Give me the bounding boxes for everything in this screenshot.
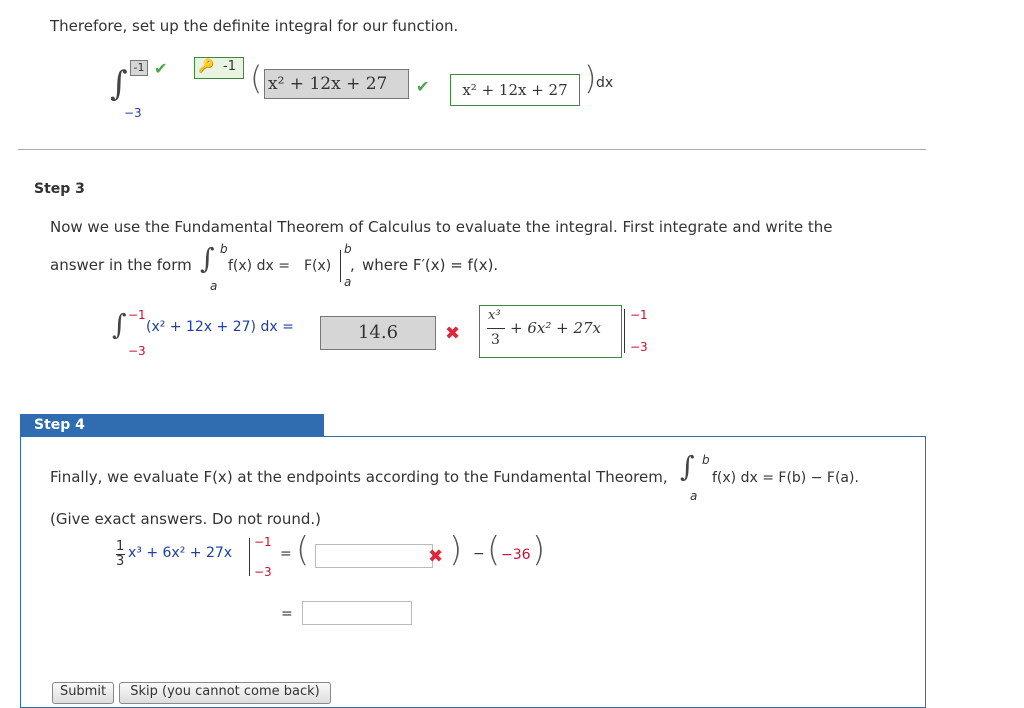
step4-label: Step 4 <box>20 414 324 436</box>
theorem-formula: ∫ b a f(x) dx = F(b) − F(a). <box>680 448 900 503</box>
key-badge[interactable]: 🔑 -1 <box>194 57 244 79</box>
integral-sign: ∫ <box>112 308 127 341</box>
frac-num: x³ <box>488 308 501 323</box>
expr-rest: + 6x² + 27x <box>510 319 602 337</box>
integral-upper: −1 <box>128 308 146 322</box>
step4-line1: Finally, we evaluate F(x) at the endpoin… <box>50 468 668 486</box>
integral-lower: −3 <box>128 344 146 358</box>
eval-a: a <box>344 275 352 289</box>
upper-limit-box[interactable]: -1 <box>130 60 148 76</box>
wrong-icon: ✖ <box>428 546 444 567</box>
limit-b: b <box>220 242 228 256</box>
step3-line1: Now we use the Fundamental Theorem of Ca… <box>50 218 833 236</box>
frac-num: 1 <box>116 539 125 554</box>
limit-b: b <box>702 453 710 467</box>
endpoint-value-input[interactable] <box>315 544 433 568</box>
limit-a: a <box>690 489 698 503</box>
open-paren: ( <box>487 530 501 570</box>
setup-integral: ∫ −3 -1 ✔ 🔑 -1 ( x² + 12x + 27 ✔ x² + 12… <box>108 55 648 125</box>
submit-button[interactable]: Submit <box>52 682 114 704</box>
minus-sign: − <box>473 546 485 562</box>
equals: = <box>280 546 292 562</box>
check-icon: ✔ <box>154 59 168 78</box>
integral-sign: ∫ <box>110 64 128 104</box>
second-value: −36 <box>501 547 531 563</box>
open-paren: ( <box>250 59 263 97</box>
line2-prefix: answer in the form <box>50 256 192 274</box>
step3-evaluation: ∫ −1 −3 (x² + 12x + 27) dx = 14.6 ✖ x³ 3… <box>112 305 672 365</box>
form-F: F(x) <box>304 258 332 274</box>
eval-upper: −1 <box>254 535 272 549</box>
close-paren: ) <box>449 530 463 570</box>
expr: x³ + 6x² + 27x <box>128 545 233 561</box>
integral-sign: ∫ <box>680 450 695 483</box>
frac-bar <box>487 328 505 329</box>
frac-den: 3 <box>491 332 500 348</box>
lower-limit: −3 <box>124 106 142 120</box>
key-badge-value: -1 <box>223 59 236 74</box>
final-answer-input[interactable] <box>302 601 412 625</box>
integral-sign: ∫ <box>200 242 215 275</box>
check-icon: ✔ <box>416 77 430 96</box>
form-integrand: f(x) dx = <box>228 258 290 274</box>
step3-label: Step 3 <box>34 181 85 197</box>
theorem-rhs: f(x) dx = F(b) − F(a). <box>712 470 859 486</box>
intro-text: Therefore, set up the definite integral … <box>50 17 459 35</box>
antiderivative-answer[interactable]: 14.6 <box>320 316 436 350</box>
equals: = <box>281 606 293 622</box>
close-paren: ) <box>532 530 546 570</box>
skip-button[interactable]: Skip (you cannot come back) <box>119 682 331 704</box>
dx-label: dx <box>596 75 614 91</box>
frac-den: 3 <box>116 554 125 569</box>
open-paren: ( <box>296 530 310 570</box>
correct-antiderivative: x³ 3 + 6x² + 27x <box>479 305 622 358</box>
integrand: (x² + 12x + 27) dx = <box>146 319 294 335</box>
step4-note: (Give exact answers. Do not round.) <box>50 510 321 528</box>
eval-b: b <box>344 242 352 256</box>
integrand-answer[interactable]: x² + 12x + 27 <box>264 69 409 99</box>
eval-lower: −3 <box>254 565 272 579</box>
limit-a: a <box>210 279 218 293</box>
comma: , <box>350 256 355 274</box>
eval-upper: −1 <box>630 308 648 322</box>
step4-evaluation: 1 3 x³ + 6x² + 27x −1 −3 = ( ✖ ) − ( −36… <box>116 530 556 584</box>
eval-bar <box>624 309 625 353</box>
eval-bar <box>249 538 250 576</box>
correct-integrand: x² + 12x + 27 <box>450 74 580 106</box>
close-paren: ) <box>584 59 597 97</box>
key-icon: 🔑 <box>198 59 215 74</box>
wrong-icon: ✖ <box>445 323 461 344</box>
where-text: where F′(x) = f(x). <box>362 256 499 274</box>
divider <box>18 149 926 150</box>
step3-line2: answer in the form ∫ b a f(x) dx = F(x) … <box>50 240 530 295</box>
eval-lower: −3 <box>630 340 648 354</box>
eval-bar <box>340 250 341 282</box>
